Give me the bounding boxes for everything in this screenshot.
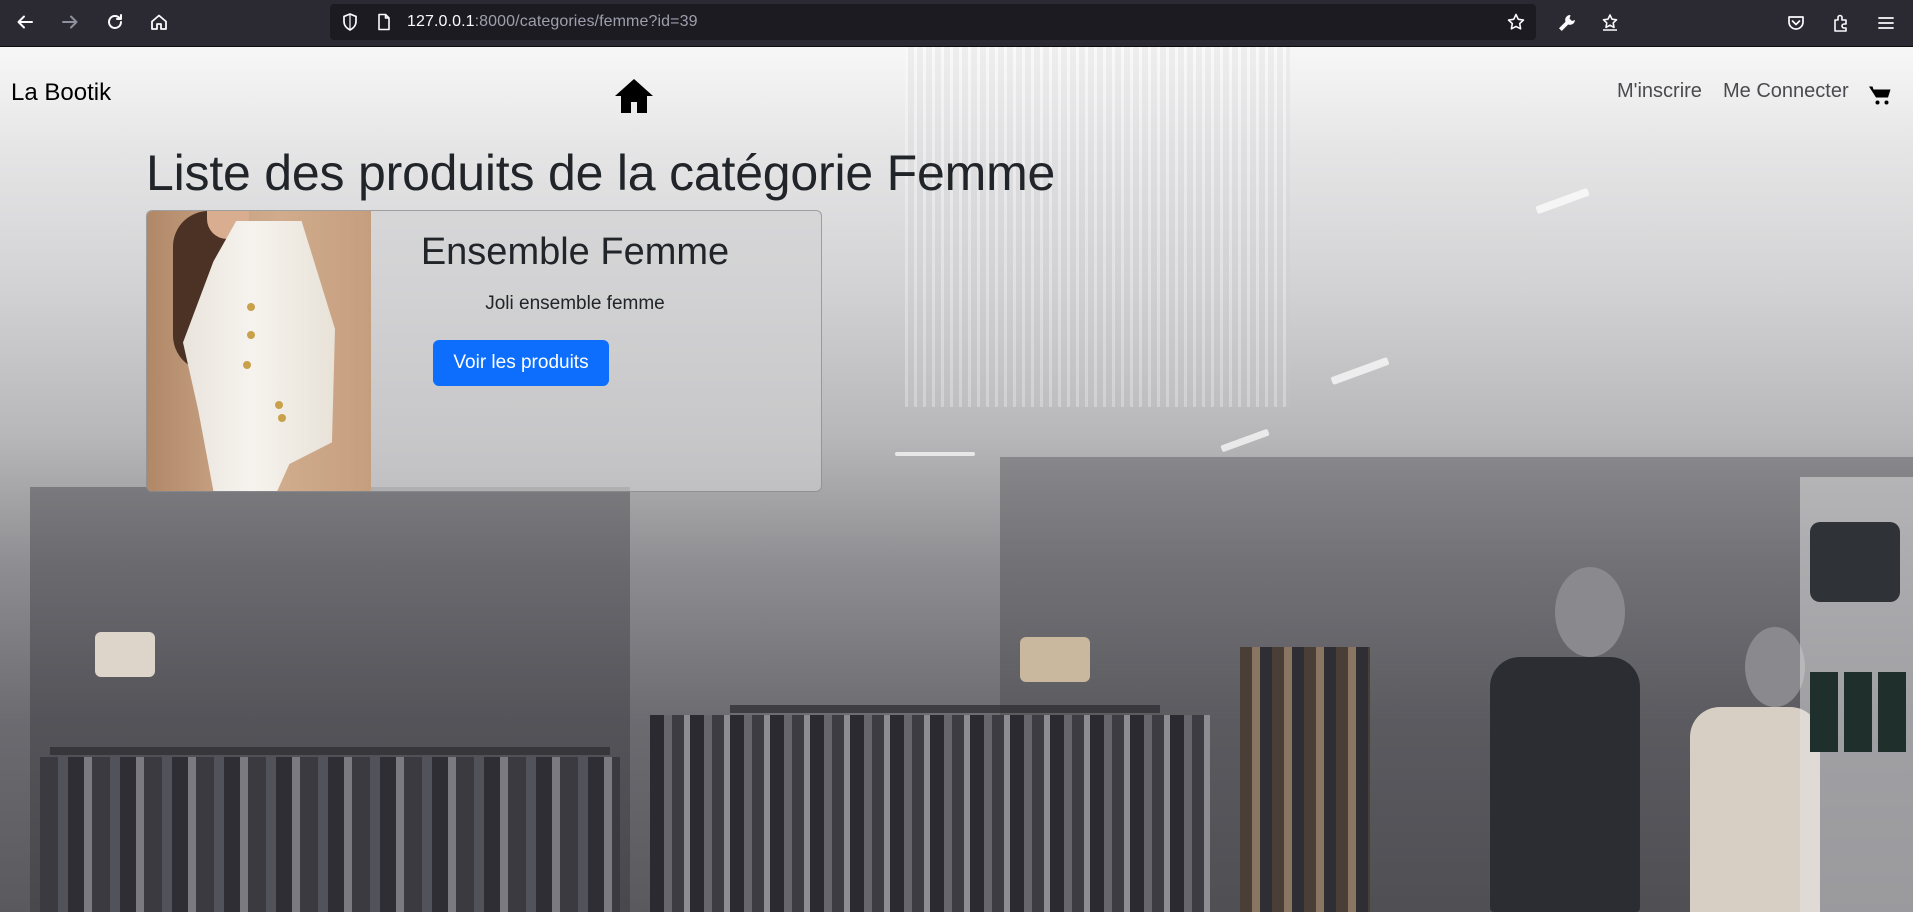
back-icon <box>17 15 33 29</box>
jacket-button <box>247 331 255 339</box>
product-name: Ensemble Femme <box>420 231 730 273</box>
url-text[interactable]: 127.0.0.1:8000/categories/femme?id=39 <box>407 13 698 31</box>
wrench-icon[interactable] <box>1556 12 1578 34</box>
forward-icon <box>62 15 78 29</box>
hanging-clothes <box>40 757 620 912</box>
brand-logo[interactable]: La Bootik <box>11 79 111 107</box>
handbag <box>1020 637 1090 682</box>
url-path: :8000/categories/femme?id=39 <box>474 13 698 30</box>
product-card: Ensemble Femme Joli ensemble femme Voir … <box>146 210 822 492</box>
login-link[interactable]: Me Connecter <box>1723 80 1849 103</box>
ceiling-light <box>895 452 975 456</box>
home-icon[interactable] <box>613 77 655 115</box>
product-description: Joli ensemble femme <box>485 293 665 314</box>
page-title: Liste des produits de la catégorie Femme <box>146 145 1056 201</box>
chandelier-decoration <box>905 47 1290 407</box>
signup-link[interactable]: M'inscrire <box>1617 80 1702 103</box>
forward-button[interactable] <box>52 4 88 40</box>
page-icon[interactable] <box>374 12 394 32</box>
clothing-rack <box>50 747 610 755</box>
reload-button[interactable] <box>97 4 133 40</box>
mannequin-head <box>1745 627 1805 707</box>
jacket-button <box>278 414 286 422</box>
jacket-button <box>243 361 251 369</box>
menu-icon[interactable] <box>1875 12 1897 34</box>
hanging-clothes <box>1240 647 1370 912</box>
back-button[interactable] <box>7 4 43 40</box>
shield-icon[interactable] <box>340 12 360 32</box>
ceiling-light <box>1330 356 1390 386</box>
jacket-button <box>247 303 255 311</box>
url-bar[interactable]: 127.0.0.1:8000/categories/femme?id=39 <box>330 4 1536 40</box>
save-icon[interactable] <box>1599 12 1621 34</box>
cart-icon[interactable] <box>1869 85 1892 105</box>
view-products-button[interactable]: Voir les produits <box>433 340 609 386</box>
handbag <box>1810 522 1900 602</box>
handbag <box>1810 672 1910 752</box>
extensions-icon[interactable] <box>1830 12 1852 34</box>
browser-toolbar: 127.0.0.1:8000/categories/femme?id=39 <box>0 0 1913 47</box>
clothing-rack <box>730 705 1160 713</box>
pocket-icon[interactable] <box>1785 12 1807 34</box>
product-card-body: Ensemble Femme Joli ensemble femme Voir … <box>371 211 821 491</box>
home-button[interactable] <box>141 4 177 40</box>
mannequin-dress <box>1490 657 1640 912</box>
home-icon <box>151 14 167 30</box>
jacket-button <box>275 401 283 409</box>
hanging-clothes <box>650 715 1210 912</box>
page-content: La Bootik M'inscrire Me Connecter Liste … <box>0 47 1913 912</box>
handbag <box>95 632 155 677</box>
reload-icon <box>108 14 122 29</box>
ceiling-light <box>1535 187 1590 215</box>
mannequin-head <box>1555 567 1625 657</box>
ceiling-light <box>1220 428 1270 453</box>
url-host: 127.0.0.1 <box>407 13 475 30</box>
star-icon[interactable] <box>1506 12 1526 32</box>
product-image <box>147 211 371 491</box>
